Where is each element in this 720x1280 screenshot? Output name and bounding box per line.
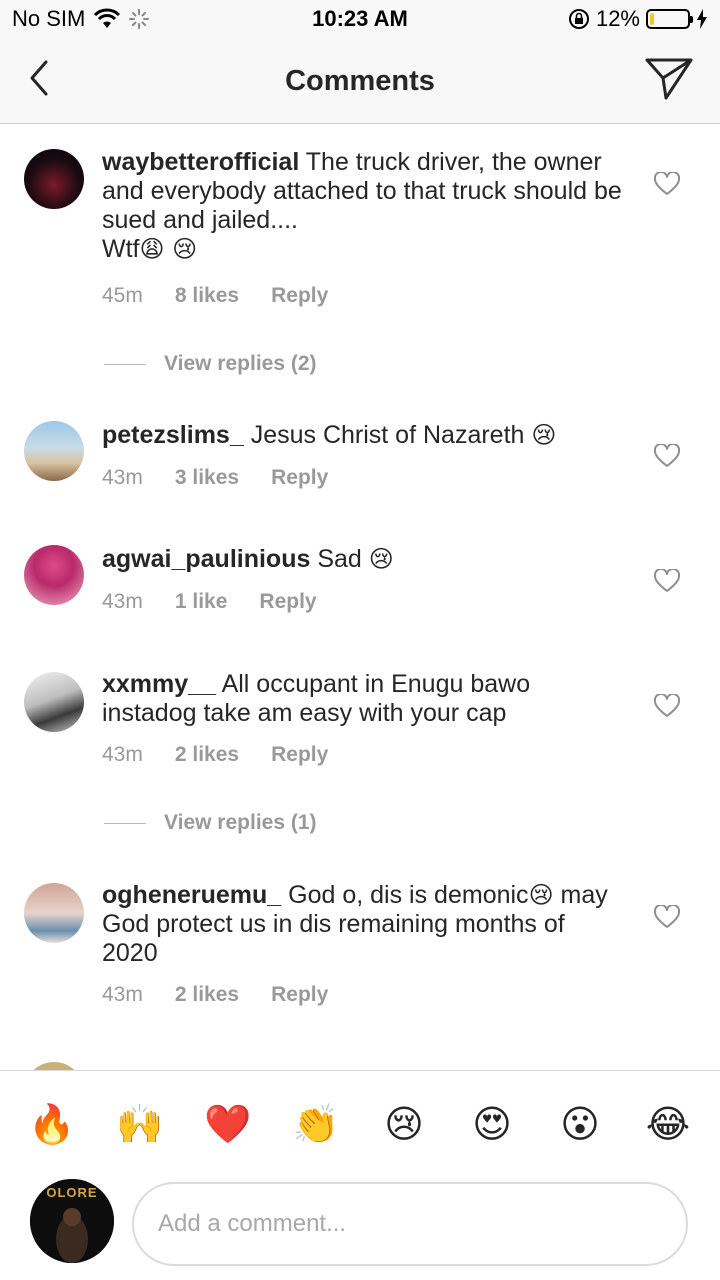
fire-emoji-button[interactable]: 🔥 bbox=[27, 1099, 77, 1149]
comment-meta: 45m 8 likes Reply bbox=[102, 284, 328, 308]
avatar[interactable] bbox=[24, 883, 84, 943]
comment-body-line2: Wtf bbox=[102, 235, 140, 263]
comment-likes[interactable]: 2 likes bbox=[175, 983, 239, 1007]
battery-percent: 12% bbox=[595, 6, 640, 31]
comment-username[interactable]: xxmmy__ bbox=[102, 670, 216, 698]
comment-emoji: 😩 😢 bbox=[139, 235, 198, 263]
heart-emoji-button[interactable]: ❤️ bbox=[203, 1099, 253, 1149]
like-heart-icon[interactable] bbox=[654, 905, 680, 929]
like-heart-icon[interactable] bbox=[654, 569, 680, 593]
comment-likes[interactable]: 1 like bbox=[175, 590, 228, 614]
comment-meta: 43m 2 likes Reply bbox=[102, 983, 328, 1007]
reply-button[interactable]: Reply bbox=[259, 590, 316, 614]
battery-fill bbox=[650, 13, 654, 25]
comment-emoji: 😢 bbox=[531, 421, 557, 449]
comment-input[interactable] bbox=[132, 1182, 688, 1266]
like-heart-icon[interactable] bbox=[654, 172, 680, 196]
surprised-emoji-button[interactable]: 😮 bbox=[555, 1099, 605, 1149]
comment-emoji: 😢 bbox=[528, 881, 554, 909]
comments-list[interactable]: waybetterofficial The truck driver, the … bbox=[0, 124, 720, 1070]
page-title: Comments bbox=[285, 65, 435, 97]
comment-likes[interactable]: 8 likes bbox=[175, 284, 239, 308]
reply-button[interactable]: Reply bbox=[271, 743, 328, 767]
avatar[interactable] bbox=[24, 545, 84, 605]
comment-time: 43m bbox=[102, 983, 143, 1006]
rotation-lock-icon bbox=[568, 9, 589, 29]
status-bar: No SIM 10:23 AM 12% bbox=[0, 0, 720, 40]
clapping-emoji-button[interactable]: 👏 bbox=[291, 1099, 341, 1149]
avatar[interactable] bbox=[24, 672, 84, 732]
comment-text: petezslims_ Jesus Christ of Nazareth 😢 bbox=[102, 421, 622, 450]
comment-text: waybetterofficial The truck driver, the … bbox=[102, 148, 622, 264]
comment-likes[interactable]: 3 likes bbox=[175, 466, 239, 490]
view-replies-label[interactable]: View replies (1) bbox=[164, 811, 317, 835]
nav-bar: Comments bbox=[0, 40, 720, 124]
comment-text: xxmmy__ All occupant in Enugu bawo insta… bbox=[102, 670, 622, 728]
charging-bolt-icon bbox=[697, 9, 707, 29]
comment-time: 43m bbox=[102, 466, 143, 489]
heart-eyes-emoji-button[interactable]: 😍 bbox=[467, 1099, 517, 1149]
replies-line bbox=[104, 363, 146, 365]
reply-button[interactable]: Reply bbox=[271, 466, 328, 490]
comment-time: 43m bbox=[102, 590, 143, 613]
crying-emoji-button[interactable]: 😢 bbox=[379, 1099, 429, 1149]
avatar[interactable] bbox=[24, 1062, 84, 1070]
comment-text: agwai_paulinious Sad 😢 bbox=[102, 545, 622, 574]
avatar[interactable] bbox=[24, 421, 84, 481]
like-heart-icon[interactable] bbox=[654, 444, 680, 468]
comment-time: 45m bbox=[102, 284, 143, 307]
battery-icon bbox=[646, 9, 693, 29]
comment-username[interactable]: ogheneruemu_ bbox=[102, 881, 281, 909]
comment-body: Sad bbox=[317, 545, 362, 573]
comment-time: 43m bbox=[102, 743, 143, 766]
replies-line bbox=[104, 822, 146, 824]
comment-username[interactable]: waybetterofficial bbox=[102, 148, 299, 176]
comment-likes[interactable]: 2 likes bbox=[175, 743, 239, 767]
status-right: 12% bbox=[568, 6, 708, 32]
raising-hands-emoji-button[interactable]: 🙌 bbox=[115, 1099, 165, 1149]
comment-meta: 43m 1 like Reply bbox=[102, 590, 317, 614]
paper-plane-icon[interactable] bbox=[644, 56, 694, 102]
comment-composer: OLORE bbox=[0, 1176, 720, 1280]
comment-text: ogheneruemu_ God o, dis is demonic😢 may … bbox=[102, 881, 622, 968]
avatar-text: OLORE bbox=[46, 1185, 98, 1200]
comment-meta: 43m 2 likes Reply bbox=[102, 743, 328, 767]
comment-body: Jesus Christ of Nazareth bbox=[250, 421, 525, 449]
laughing-emoji-button[interactable]: 😂 bbox=[643, 1099, 693, 1149]
emoji-quick-bar: 🔥 🙌 ❤️ 👏 😢 😍 😮 😂 bbox=[0, 1070, 720, 1176]
view-replies-label[interactable]: View replies (2) bbox=[164, 352, 317, 376]
reply-button[interactable]: Reply bbox=[271, 284, 328, 308]
view-replies[interactable]: View replies (2) bbox=[104, 352, 317, 376]
comment-username[interactable]: petezslims_ bbox=[102, 421, 244, 449]
reply-button[interactable]: Reply bbox=[271, 983, 328, 1007]
comment-meta: 43m 3 likes Reply bbox=[102, 466, 328, 490]
comment-username[interactable]: agwai_paulinious bbox=[102, 545, 310, 573]
view-replies[interactable]: View replies (1) bbox=[104, 811, 317, 835]
like-heart-icon[interactable] bbox=[654, 694, 680, 718]
comment-emoji: 😢 bbox=[368, 545, 394, 573]
avatar[interactable] bbox=[24, 149, 84, 209]
comment-body: God o, dis is demonic bbox=[288, 881, 529, 909]
my-avatar: OLORE bbox=[30, 1179, 114, 1263]
